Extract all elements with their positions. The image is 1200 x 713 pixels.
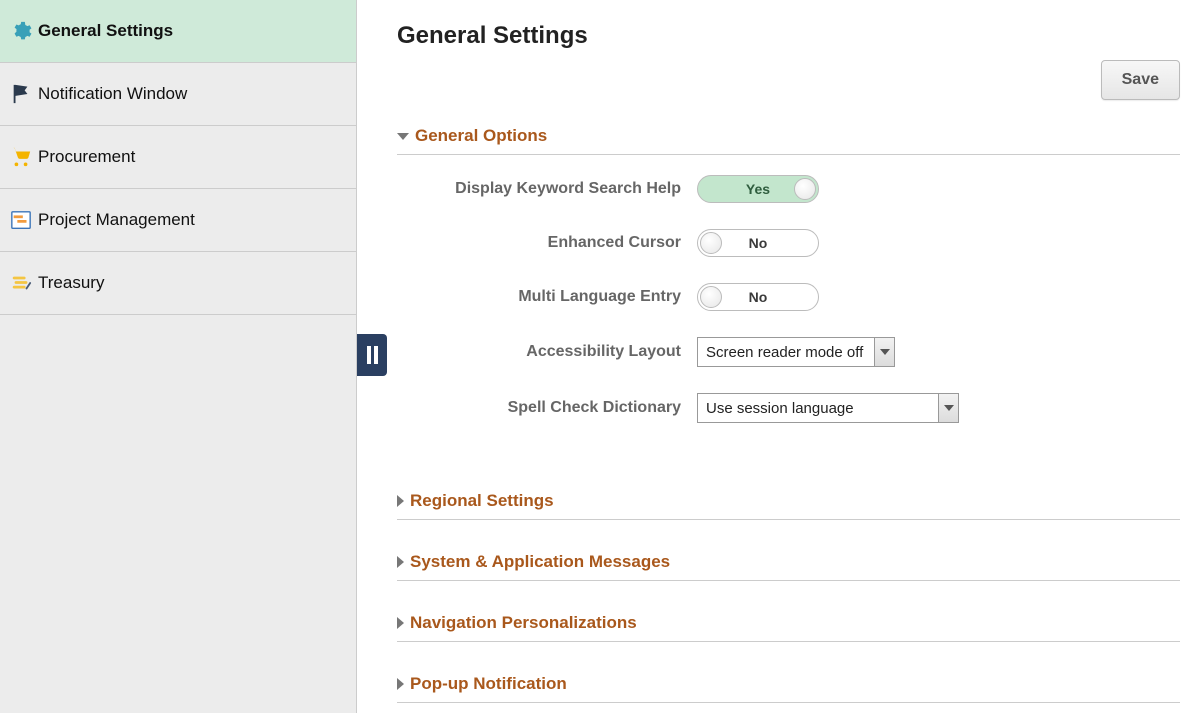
- field-label: Display Keyword Search Help: [437, 180, 697, 198]
- section-header-popup-notification[interactable]: Pop-up Notification: [397, 668, 1180, 703]
- section-header-general-options[interactable]: General Options: [397, 120, 1180, 155]
- sidebar-item-treasury[interactable]: Treasury: [0, 252, 356, 315]
- field-spell-check-dictionary: Spell Check Dictionary Use session langu…: [437, 393, 1180, 423]
- sidebar-item-general-settings[interactable]: General Settings: [0, 0, 356, 63]
- section-popup-notification: Pop-up Notification: [397, 668, 1180, 703]
- select-value: Use session language: [698, 394, 938, 422]
- section-header-system-app-messages[interactable]: System & Application Messages: [397, 546, 1180, 581]
- save-button[interactable]: Save: [1101, 60, 1180, 100]
- sidebar-item-procurement[interactable]: Procurement: [0, 126, 356, 189]
- toggle-value: Yes: [746, 181, 770, 197]
- section-title: Regional Settings: [410, 491, 554, 511]
- toggle-enhanced-cursor[interactable]: No: [697, 229, 819, 257]
- section-title: Pop-up Notification: [410, 674, 567, 694]
- section-header-navigation-personalizations[interactable]: Navigation Personalizations: [397, 607, 1180, 642]
- toggle-display-keyword-search-help[interactable]: Yes: [697, 175, 819, 203]
- sidebar: General Settings Notification Window Pro…: [0, 0, 357, 713]
- sidebar-item-label: Treasury: [38, 273, 104, 293]
- select-spell-check-dictionary[interactable]: Use session language: [697, 393, 959, 423]
- toggle-value: No: [749, 289, 768, 305]
- caret-right-icon: [397, 495, 404, 507]
- sidebar-item-label: Notification Window: [38, 84, 187, 104]
- field-enhanced-cursor: Enhanced Cursor No: [437, 229, 1180, 257]
- main-content: General Settings Save General Options Di…: [357, 0, 1200, 713]
- section-general-options: General Options Display Keyword Search H…: [397, 120, 1180, 459]
- button-bar: Save: [397, 60, 1180, 100]
- field-multi-language-entry: Multi Language Entry No: [437, 283, 1180, 311]
- chevron-down-icon: [874, 338, 894, 366]
- field-label: Multi Language Entry: [437, 288, 697, 306]
- field-display-keyword-search-help: Display Keyword Search Help Yes: [437, 175, 1180, 203]
- gear-icon: [10, 20, 32, 42]
- section-regional-settings: Regional Settings: [397, 485, 1180, 520]
- field-label: Spell Check Dictionary: [437, 399, 697, 417]
- sidebar-item-notification-window[interactable]: Notification Window: [0, 63, 356, 126]
- toggle-knob: [794, 178, 816, 200]
- section-header-regional-settings[interactable]: Regional Settings: [397, 485, 1180, 520]
- field-label: Enhanced Cursor: [437, 234, 697, 252]
- select-accessibility-layout[interactable]: Screen reader mode off: [697, 337, 895, 367]
- sidebar-item-label: Project Management: [38, 210, 195, 230]
- toggle-value: No: [749, 235, 768, 251]
- toggle-knob: [700, 232, 722, 254]
- sidebar-item-label: General Settings: [38, 21, 173, 41]
- sidebar-collapse-toggle[interactable]: [357, 334, 387, 376]
- caret-right-icon: [397, 556, 404, 568]
- section-system-app-messages: System & Application Messages: [397, 546, 1180, 581]
- flag-icon: [10, 83, 32, 105]
- caret-right-icon: [397, 678, 404, 690]
- caret-down-icon: [397, 133, 409, 140]
- section-title: System & Application Messages: [410, 552, 670, 572]
- sidebar-item-label: Procurement: [38, 147, 135, 167]
- section-title: Navigation Personalizations: [410, 613, 637, 633]
- chevron-down-icon: [938, 394, 958, 422]
- gantt-icon: [10, 209, 32, 231]
- cart-icon: [10, 146, 32, 168]
- sidebar-item-project-management[interactable]: Project Management: [0, 189, 356, 252]
- section-title: General Options: [415, 126, 547, 146]
- toggle-multi-language-entry[interactable]: No: [697, 283, 819, 311]
- section-body-general-options: Display Keyword Search Help Yes Enhanced…: [397, 155, 1180, 459]
- select-value: Screen reader mode off: [698, 338, 874, 366]
- section-navigation-personalizations: Navigation Personalizations: [397, 607, 1180, 642]
- coins-icon: [10, 272, 32, 294]
- caret-right-icon: [397, 617, 404, 629]
- field-label: Accessibility Layout: [437, 343, 697, 361]
- toggle-knob: [700, 286, 722, 308]
- page-title: General Settings: [397, 22, 1180, 50]
- field-accessibility-layout: Accessibility Layout Screen reader mode …: [437, 337, 1180, 367]
- pause-icon: [367, 346, 378, 364]
